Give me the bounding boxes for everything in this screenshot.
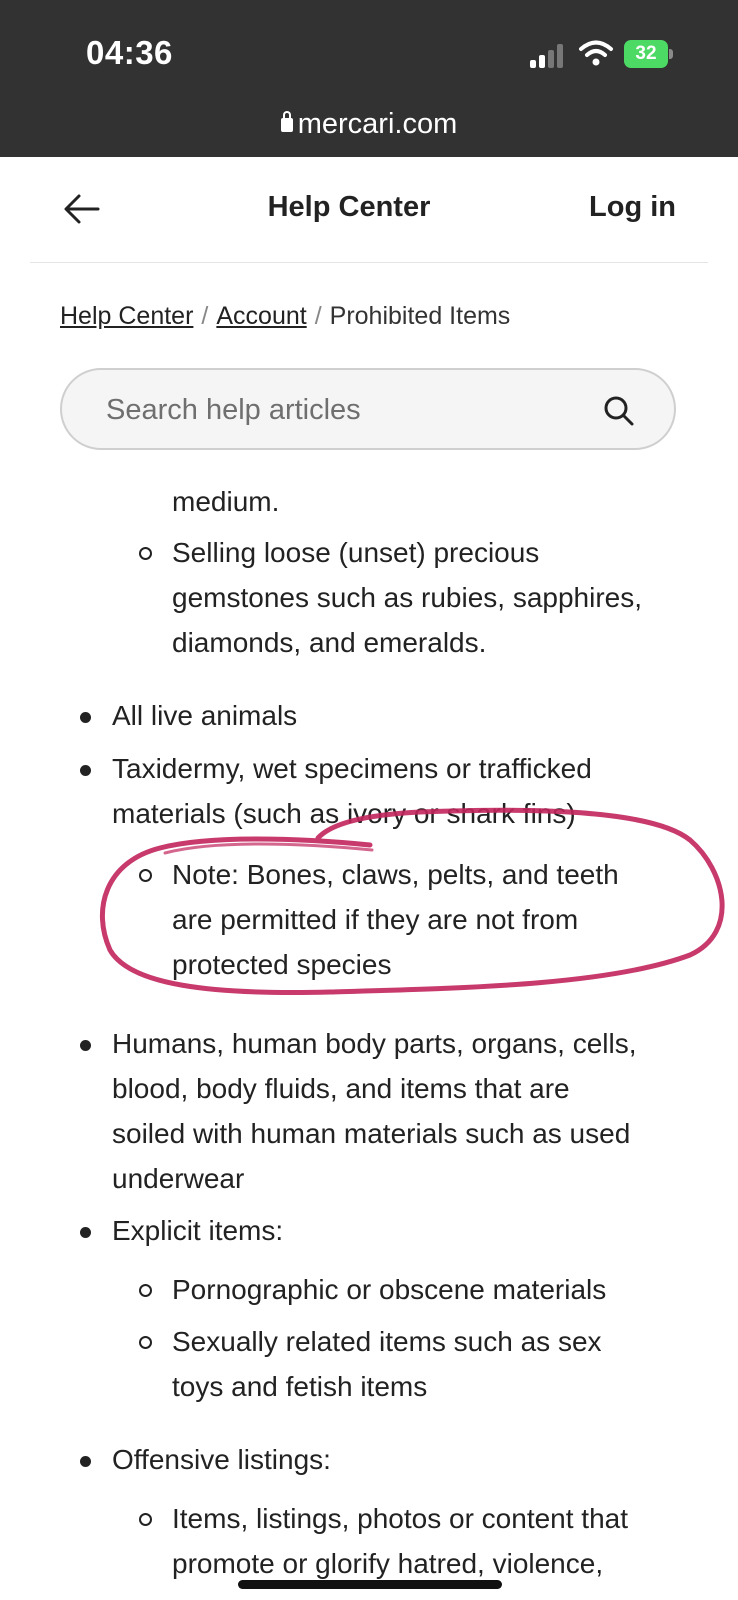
- list-item-text: All live animals: [112, 700, 298, 731]
- sub-bullet: [139, 869, 152, 882]
- sub-bullet: [139, 1513, 152, 1526]
- bullet: [80, 712, 91, 723]
- lock-icon: [280, 111, 293, 132]
- list-item-text: protected species: [172, 949, 392, 980]
- search-icon[interactable]: [602, 394, 636, 428]
- breadcrumb-separator: /: [201, 302, 209, 330]
- login-link[interactable]: Log in: [589, 191, 676, 224]
- list-item-text: Taxidermy, wet specimens or trafficked: [112, 753, 592, 784]
- breadcrumb-help-center[interactable]: Help Center: [60, 302, 193, 330]
- battery-level: 32: [624, 40, 668, 68]
- sub-bullet: [139, 1284, 152, 1297]
- list-item-text: Sexually related items such as sex: [172, 1326, 602, 1357]
- status-time: 04:36: [86, 34, 173, 71]
- bullet: [80, 1227, 91, 1238]
- list-item-text: medium.: [172, 486, 280, 517]
- search-input[interactable]: [106, 390, 586, 430]
- list-item-text: blood, body fluids, and items that are: [112, 1073, 570, 1104]
- breadcrumb-separator: /: [314, 302, 322, 330]
- list-item-text: promote or glorify hatred, violence,: [172, 1548, 604, 1579]
- list-item-text: Selling loose (unset) precious: [172, 537, 540, 568]
- list-item-text: diamonds, and emeralds.: [172, 627, 487, 658]
- list-item-text: are permitted if they are not from: [172, 904, 579, 935]
- wifi-icon: [579, 40, 613, 66]
- battery-icon: 32: [624, 40, 674, 68]
- list-item-text: soiled with human materials such as used: [112, 1118, 631, 1149]
- page-title: Help Center: [267, 191, 431, 223]
- bullet: [80, 1456, 91, 1467]
- breadcrumb-account[interactable]: Account: [216, 302, 306, 330]
- list-item-text: Humans, human body parts, organs, cells,: [112, 1028, 637, 1059]
- browser-top-bar: 04:36 32 mercari.com: [0, 0, 738, 157]
- bullet: [80, 1040, 91, 1051]
- site-header: Help Center Log in: [30, 157, 708, 263]
- cellular-signal-icon: [530, 44, 566, 68]
- home-indicator[interactable]: [238, 1580, 502, 1589]
- url-domain: mercari.com: [297, 108, 458, 140]
- breadcrumb-current: Prohibited Items: [329, 302, 511, 330]
- url-bar[interactable]: mercari.com: [0, 108, 738, 141]
- list-item-text: Note: Bones, claws, pelts, and teeth: [172, 859, 619, 890]
- list-item-text: gemstones such as rubies, sapphires,: [172, 582, 643, 613]
- search-bar: [60, 368, 676, 450]
- sub-bullet: [139, 1336, 152, 1349]
- list-item-text: toys and fetish items: [172, 1371, 428, 1402]
- list-item-text: Items, listings, photos or content that: [172, 1503, 629, 1534]
- list-item-text: Offensive listings:: [112, 1444, 331, 1475]
- list-item-text: Explicit items:: [112, 1215, 284, 1246]
- list-item-text: materials (such as ivory or shark fins): [112, 798, 576, 829]
- sub-bullet: [139, 547, 152, 560]
- breadcrumb: Help Center / Account / Prohibited Items: [60, 302, 510, 331]
- list-item-text: Pornographic or obscene materials: [172, 1274, 607, 1305]
- list-item-text: underwear: [112, 1163, 245, 1194]
- bullet: [80, 765, 91, 776]
